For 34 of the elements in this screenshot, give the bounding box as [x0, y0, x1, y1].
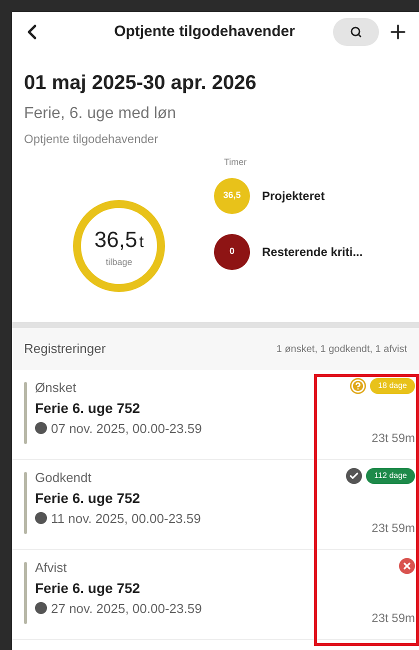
period-heading: 01 maj 2025-30 apr. 2026 [24, 71, 258, 96]
clock-icon [35, 422, 47, 434]
type-label: Ferie, 6. uge med løn [24, 104, 178, 124]
search-icon[interactable] [350, 26, 362, 38]
hours-caption: tilbage [106, 256, 132, 269]
legend-label: Projekteret [262, 188, 325, 204]
registration-row[interactable]: Ønsket Ferie 6. uge 752 07 nov. 2025, 00.00-23.59 18 dage 23t 59m [12, 370, 419, 460]
entry-date: 07 nov. 2025, 00.00-23.59 [51, 420, 202, 438]
clock-icon [35, 602, 47, 614]
duration-label: 23t 59m [372, 520, 415, 537]
search-button[interactable] [333, 18, 379, 46]
clock-icon [35, 512, 47, 524]
hours-unit: t [139, 232, 144, 253]
entry-date: 27 nov. 2025, 00.00-23.59 [51, 600, 202, 618]
entry-title: Ferie 6. uge 752 [35, 488, 142, 508]
list-summary: 1 ønsket, 1 godkendt, 1 afvist [276, 342, 407, 356]
entry-title: Ferie 6. uge 752 [35, 578, 142, 598]
entry-title: Ferie 6. uge 752 [35, 398, 142, 418]
status-label: Afvist [35, 559, 68, 577]
duration-label: 23t 59m [372, 430, 415, 447]
section-label: Optjente tilgodehavender [24, 131, 160, 148]
legend-label: Resterende kriti... [262, 244, 363, 260]
days-badge: 112 dage [366, 468, 415, 484]
status-label: Godkendt [35, 469, 92, 487]
hours-value: 36,5 [94, 226, 138, 254]
registration-row[interactable]: Afvist Ferie 6. uge 752 27 nov. 2025, 00.00-23.59 23t 59m [12, 550, 419, 640]
legend-title: Timer [224, 156, 248, 169]
status-label: Ønsket [35, 379, 78, 397]
registration-row[interactable]: Godkendt Ferie 6. uge 752 11 nov. 2025, 00.00-23.59 112 dage 23t 59m [12, 460, 419, 550]
days-badge: 18 dage [370, 378, 415, 394]
entry-date: 11 nov. 2025, 00.00-23.59 [51, 510, 201, 528]
list-title: Registreringer [24, 340, 106, 358]
screen-title: Optjente tilgodehavender [113, 22, 296, 42]
duration-label: 23t 59m [372, 610, 415, 627]
